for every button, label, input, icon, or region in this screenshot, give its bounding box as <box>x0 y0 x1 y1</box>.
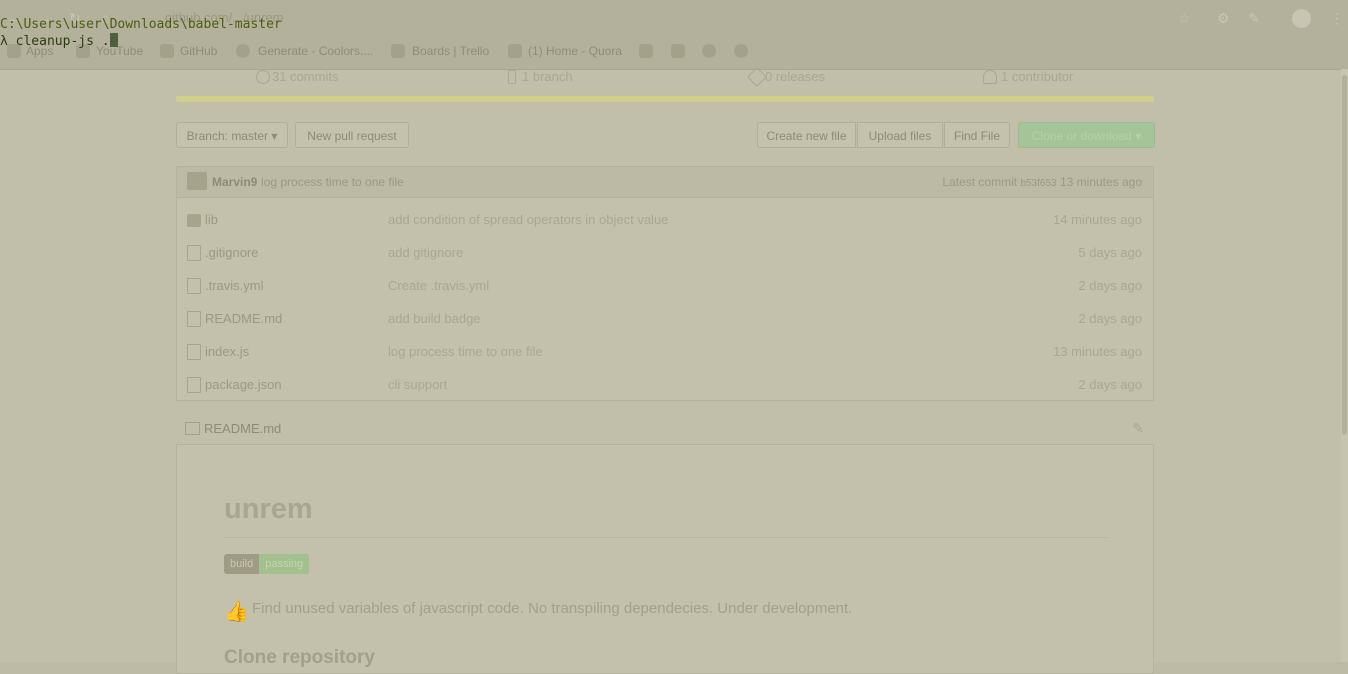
commit-message[interactable]: log process time to one file <box>261 175 404 189</box>
people-icon <box>983 70 997 84</box>
thumbs-up-icon: 👍 <box>224 601 249 623</box>
file-commit-message[interactable]: add build badge <box>388 311 481 326</box>
drive-icon[interactable] <box>639 44 653 58</box>
file-icon <box>187 311 201 327</box>
readme-heading: unrem <box>224 493 313 525</box>
book-icon <box>185 422 200 435</box>
linkedin-icon[interactable] <box>671 44 685 58</box>
clone-download-label: Clone or download <box>1031 129 1132 143</box>
star-icon[interactable]: ☆ <box>1178 10 1191 27</box>
folder-icon <box>187 214 201 227</box>
file-name[interactable]: .gitignore <box>205 245 258 260</box>
file-commit-message[interactable]: add gitignore <box>388 245 463 260</box>
branches-link[interactable]: 1 branch <box>522 69 573 84</box>
latest-commit-label: Latest commit <box>942 175 1018 189</box>
file-age: 13 minutes ago <box>1053 344 1142 359</box>
branch-select-label: Branch: master <box>186 129 268 143</box>
contributors-link[interactable]: 1 contributor <box>1001 69 1073 84</box>
file-age: 2 days ago <box>1078 278 1142 293</box>
commit-author[interactable]: Marvin9 <box>212 175 257 189</box>
file-list: Marvin9 log process time to one file Lat… <box>176 166 1154 401</box>
quora-icon <box>508 44 522 58</box>
branch-icon <box>508 70 516 84</box>
commit-age: 13 minutes ago <box>1059 175 1142 189</box>
file-row-readme[interactable]: README.md add build badge 2 days ago <box>177 301 1153 334</box>
author-avatar[interactable] <box>187 172 207 190</box>
bookmark-quora[interactable]: (1) Home - Quora <box>528 44 622 58</box>
clone-download-button[interactable]: Clone or download ▾ <box>1018 122 1155 148</box>
file-row-gitignore[interactable]: .gitignore add gitignore 5 days ago <box>177 235 1153 268</box>
file-commit-message[interactable]: cli support <box>388 377 447 392</box>
terminal-path: C:\Users\user\Downloads\babel-master <box>0 17 282 32</box>
file-age: 2 days ago <box>1078 311 1142 326</box>
latest-commit-info: Latest commit b53f653 13 minutes ago <box>942 175 1142 189</box>
readme-header: README.md ✎ <box>176 414 1154 444</box>
readme-content: unrem build passing 👍 Find unused variab… <box>176 444 1154 674</box>
terminal-command-line[interactable]: λ cleanup-js . <box>0 33 282 50</box>
extension-bookmark-icon[interactable] <box>702 44 716 58</box>
file-commit-message[interactable]: add condition of spread operators in obj… <box>388 212 668 227</box>
file-name[interactable]: .travis.yml <box>205 278 264 293</box>
file-name[interactable]: package.json <box>205 377 282 392</box>
extension-icon[interactable]: ⚙ <box>1217 10 1230 27</box>
heading-divider <box>224 537 1108 538</box>
readme-filename: README.md <box>204 421 282 436</box>
upload-files-button[interactable]: Upload files <box>857 122 943 148</box>
file-row-index[interactable]: index.js log process time to one file 13… <box>177 334 1153 367</box>
file-name[interactable]: README.md <box>205 311 282 326</box>
repo-stats: 31 commits 1 branch 0 releases 1 contrib… <box>176 67 1154 97</box>
language-bar <box>176 96 1154 102</box>
find-file-button[interactable]: Find File <box>944 122 1010 148</box>
commit-hash[interactable]: b53f653 <box>1020 178 1056 189</box>
menu-dots-icon[interactable]: ⋮ <box>1330 10 1344 27</box>
profile-avatar[interactable] <box>1292 9 1311 28</box>
edit-pencil-icon[interactable]: ✎ <box>1132 420 1144 437</box>
file-icon <box>187 278 201 294</box>
file-icon <box>187 344 201 360</box>
file-row-package[interactable]: package.json cli support 2 days ago <box>177 367 1153 400</box>
file-commit-message[interactable]: Create .travis.yml <box>388 278 489 293</box>
create-new-file-button[interactable]: Create new file <box>757 122 856 148</box>
readme-subheading: Clone repository <box>224 647 375 668</box>
bookmark-trello[interactable]: Boards | Trello <box>412 44 489 58</box>
releases-link[interactable]: 0 releases <box>765 69 825 84</box>
file-icon <box>187 377 201 393</box>
emoji-bookmark-icon[interactable] <box>734 44 748 58</box>
build-status-badge[interactable]: build passing <box>224 554 310 574</box>
terminal-cursor <box>109 33 118 47</box>
file-icon <box>187 245 201 261</box>
file-age: 5 days ago <box>1078 245 1142 260</box>
file-age: 2 days ago <box>1078 377 1142 392</box>
file-commit-message[interactable]: log process time to one file <box>388 344 543 359</box>
new-pull-request-button[interactable]: New pull request <box>295 122 409 148</box>
latest-commit-bar: Marvin9 log process time to one file Lat… <box>177 167 1153 198</box>
tag-icon <box>747 67 767 87</box>
branch-select-button[interactable]: Branch: master ▾ <box>176 122 288 148</box>
badge-label: build <box>224 554 260 574</box>
browser-window: ← → ↻ ⌂ github.com/.../unrem ☆ ⚙ ✎ ⋮ App… <box>0 0 1348 674</box>
file-name[interactable]: lib <box>205 212 218 227</box>
terminal-overlay[interactable]: C:\Users\user\Downloads\babel-master λ c… <box>0 16 282 50</box>
file-age: 14 minutes ago <box>1053 212 1142 227</box>
badge-status: passing <box>259 554 310 574</box>
commits-icon <box>256 70 270 84</box>
file-name[interactable]: index.js <box>205 344 249 359</box>
pen-extension-icon[interactable]: ✎ <box>1248 10 1260 27</box>
readme-description: Find unused variables of javascript code… <box>252 600 853 617</box>
trello-icon <box>391 44 405 58</box>
commits-link[interactable]: 31 commits <box>272 69 338 84</box>
page-scrollbar-thumb[interactable] <box>1342 75 1347 435</box>
file-row-travis[interactable]: .travis.yml Create .travis.yml 2 days ag… <box>177 268 1153 301</box>
terminal-command: λ cleanup-js . <box>0 34 110 49</box>
file-row-lib[interactable]: lib add condition of spread operators in… <box>177 202 1153 235</box>
